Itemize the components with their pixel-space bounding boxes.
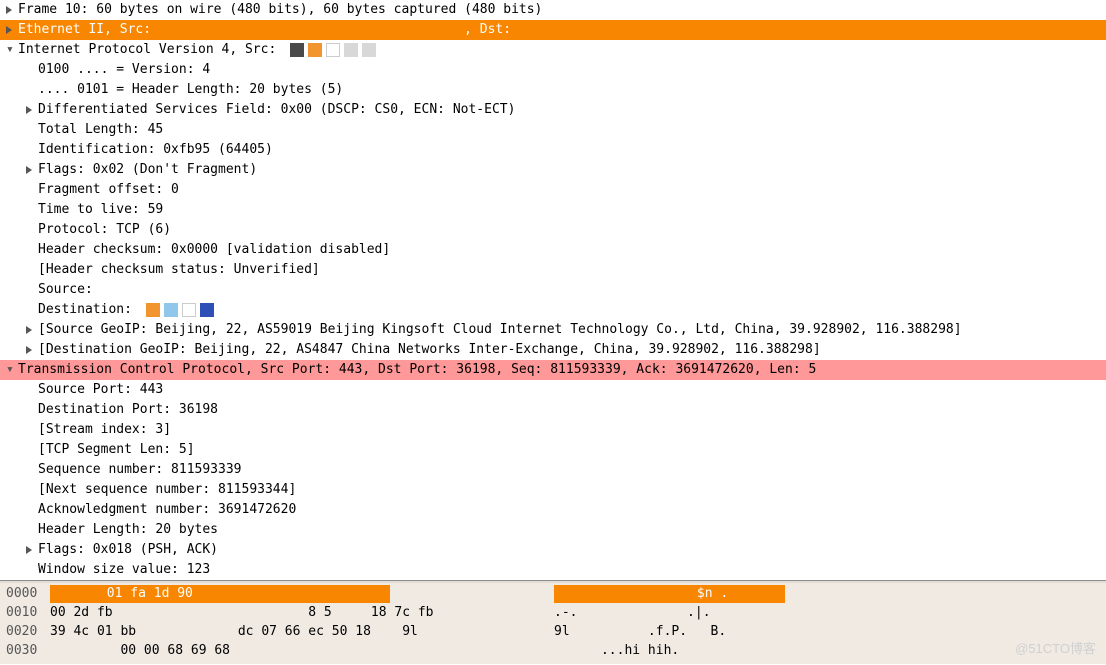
ip-flags[interactable]: Flags: 0x02 (Don't Fragment) (0, 160, 1106, 180)
hex-row[interactable]: 0000 01 fa 1d 90 $n . (0, 584, 1106, 603)
redacted-swatches (146, 303, 214, 317)
hex-bytes-highlighted: 01 fa 1d 90 (50, 585, 390, 603)
watermark: @51CTO博客 (1015, 639, 1096, 659)
ethernet-header[interactable]: Ethernet II, Src: , Dst: (0, 20, 1106, 40)
ip-source-geoip[interactable]: [Source GeoIP: Beijing, 22, AS59019 Beij… (0, 320, 1106, 340)
hex-ascii: .-. .|. (554, 603, 711, 622)
hex-ascii: 9l .f.P. B. (554, 622, 726, 641)
ip-dsf[interactable]: Differentiated Services Field: 0x00 (DSC… (0, 100, 1106, 120)
tcp-source-port[interactable]: Source Port: 443 (0, 380, 1106, 400)
tcp-flags[interactable]: Flags: 0x018 (PSH, ACK) (0, 540, 1106, 560)
frame-header[interactable]: Frame 10: 60 bytes on wire (480 bits), 6… (0, 0, 1106, 20)
tcp-header[interactable]: Transmission Control Protocol, Src Port:… (0, 360, 1106, 380)
ip-total-length[interactable]: Total Length: 45 (0, 120, 1106, 140)
tcp-seq[interactable]: Sequence number: 811593339 (0, 460, 1106, 480)
ip-destination-geoip[interactable]: [Destination GeoIP: Beijing, 22, AS4847 … (0, 340, 1106, 360)
packet-details-pane[interactable]: Frame 10: 60 bytes on wire (480 bits), 6… (0, 0, 1106, 580)
hex-dump-pane[interactable]: 0000 01 fa 1d 90 $n . 0010 00 2d fb 8 5 … (0, 583, 1106, 664)
tcp-header-length[interactable]: Header Length: 20 bytes (0, 520, 1106, 540)
hex-offset: 0030 (6, 641, 50, 660)
hex-bytes: 39 4c 01 bb dc 07 66 ec 50 18 9l (50, 622, 418, 641)
hex-offset: 0020 (6, 622, 50, 641)
ip-source[interactable]: Source: (0, 280, 1106, 300)
tcp-segment-len[interactable]: [TCP Segment Len: 5] (0, 440, 1106, 460)
ip-destination[interactable]: Destination: (0, 300, 1106, 320)
ip-checksum-status[interactable]: [Header checksum status: Unverified] (0, 260, 1106, 280)
ip-header[interactable]: Internet Protocol Version 4, Src: (0, 40, 1106, 60)
ip-protocol[interactable]: Protocol: TCP (6) (0, 220, 1106, 240)
tcp-stream-index[interactable]: [Stream index: 3] (0, 420, 1106, 440)
hex-row[interactable]: 0010 00 2d fb 8 5 18 7c fb .-. .|. (0, 603, 1106, 622)
ip-frag-offset[interactable]: Fragment offset: 0 (0, 180, 1106, 200)
ip-checksum[interactable]: Header checksum: 0x0000 [validation disa… (0, 240, 1106, 260)
ip-version[interactable]: 0100 .... = Version: 4 (0, 60, 1106, 80)
tcp-window-size[interactable]: Window size value: 123 (0, 560, 1106, 580)
tcp-destination-port[interactable]: Destination Port: 36198 (0, 400, 1106, 420)
ip-identification[interactable]: Identification: 0xfb95 (64405) (0, 140, 1106, 160)
ip-ttl[interactable]: Time to live: 59 (0, 200, 1106, 220)
hex-ascii: ...hi hih. (554, 641, 679, 660)
hex-bytes: 00 00 68 69 68 (50, 641, 230, 660)
redacted-swatches (290, 43, 376, 57)
hex-offset: 0010 (6, 603, 50, 622)
hex-bytes: 00 2d fb 8 5 18 7c fb (50, 603, 434, 622)
hex-row[interactable]: 0020 39 4c 01 bb dc 07 66 ec 50 18 9l 9l… (0, 622, 1106, 641)
tcp-next-seq[interactable]: [Next sequence number: 811593344] (0, 480, 1106, 500)
hex-ascii-highlighted: $n . (554, 585, 785, 603)
ip-header-length[interactable]: .... 0101 = Header Length: 20 bytes (5) (0, 80, 1106, 100)
hex-row[interactable]: 0030 00 00 68 69 68 ...hi hih. (0, 641, 1106, 660)
hex-offset: 0000 (6, 584, 50, 603)
tcp-ack[interactable]: Acknowledgment number: 3691472620 (0, 500, 1106, 520)
